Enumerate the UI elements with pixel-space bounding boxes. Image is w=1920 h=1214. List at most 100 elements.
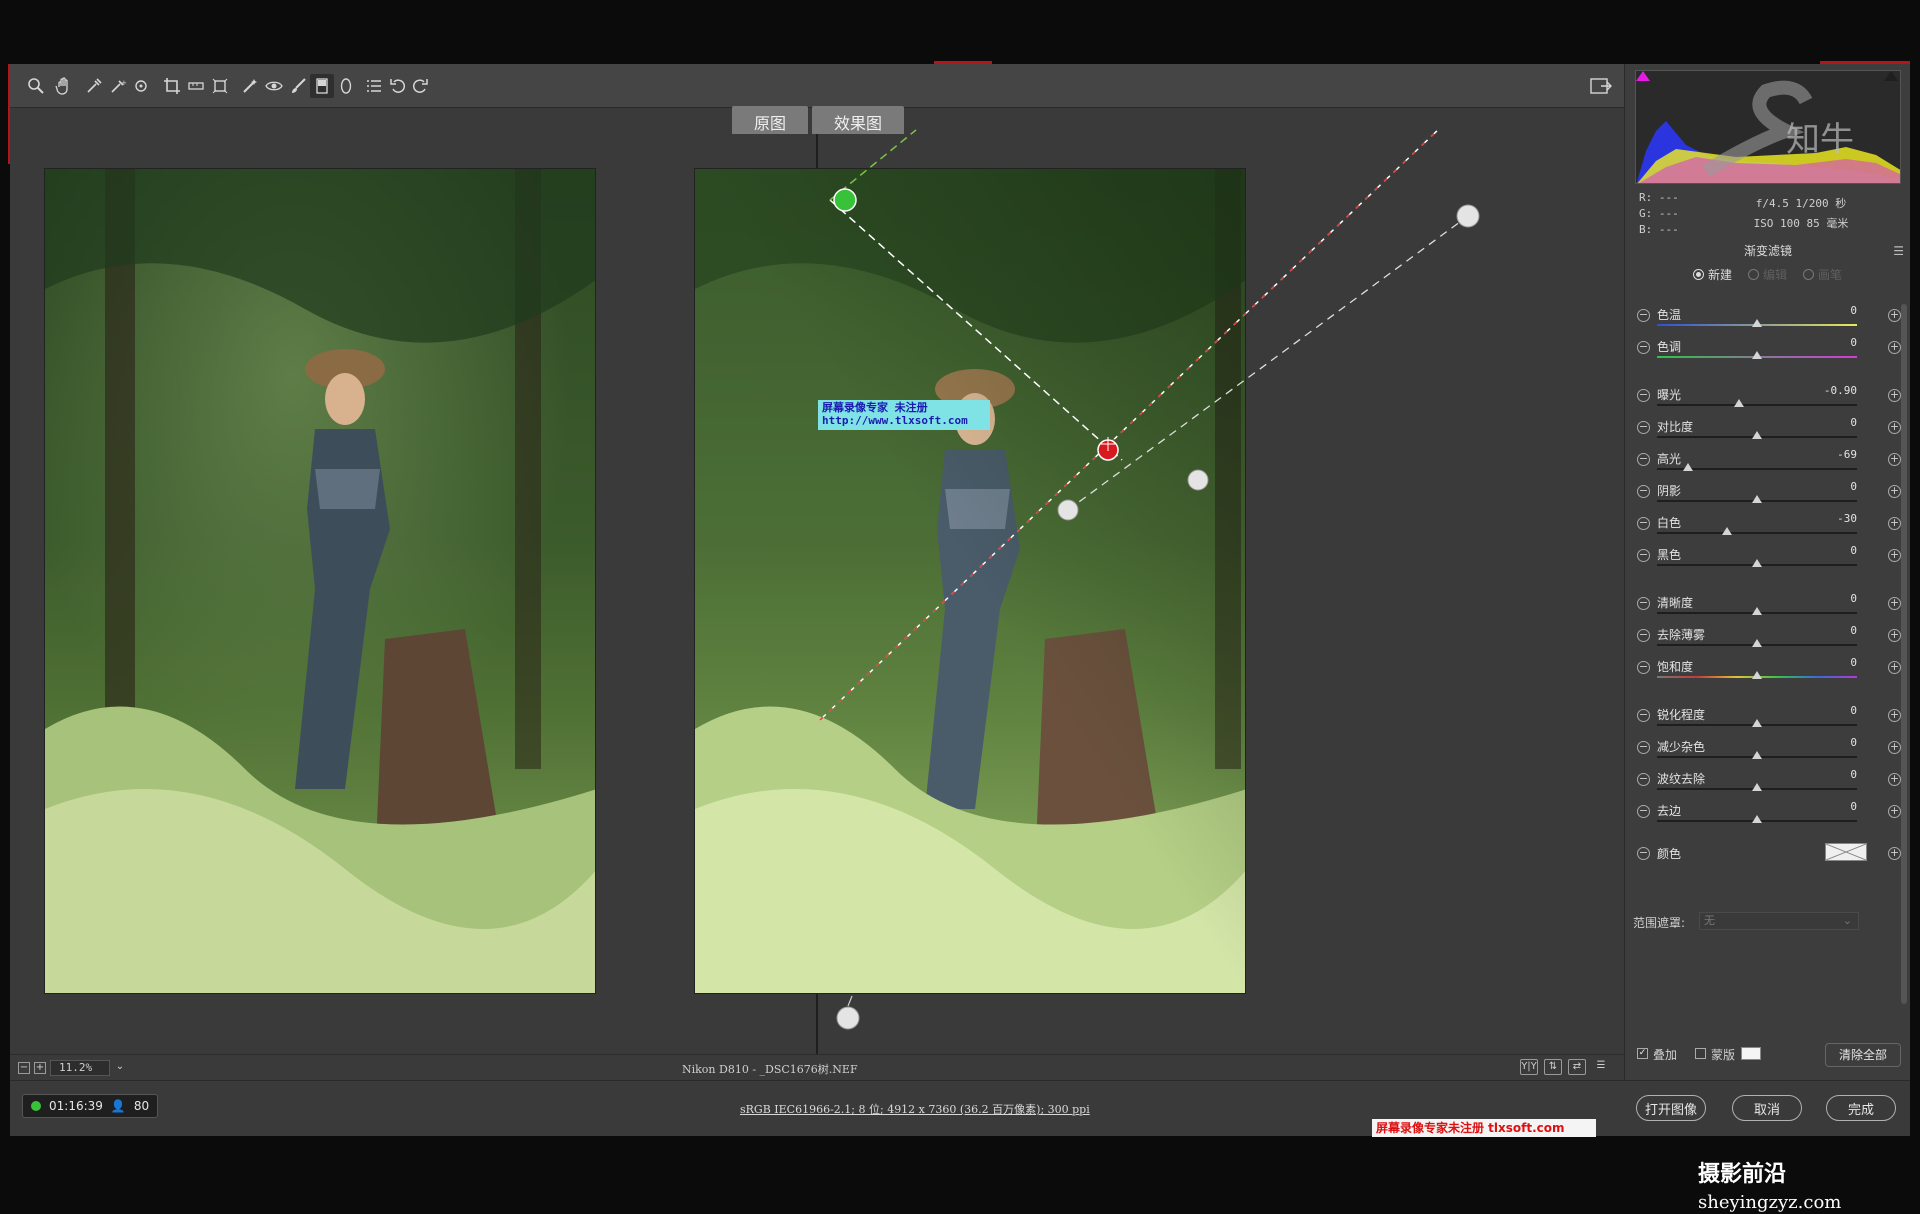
white-balance-tool-icon[interactable] — [82, 74, 106, 98]
slider-thumb[interactable] — [1683, 463, 1693, 471]
color-swatch[interactable] — [1825, 843, 1867, 861]
slider-value[interactable]: -69 — [1815, 448, 1857, 461]
filter-handle-top[interactable] — [1456, 204, 1480, 228]
workflow-options-link[interactable]: sRGB IEC61966-2.1; 8 位; 4912 x 7360 (36.… — [740, 1101, 1090, 1117]
rotate-right-icon[interactable] — [408, 74, 432, 98]
slider-value[interactable]: 0 — [1815, 480, 1857, 493]
minus-icon[interactable]: − — [1637, 629, 1650, 642]
crop-tool-icon[interactable] — [160, 74, 184, 98]
adjustment-brush-tool-icon[interactable] — [286, 74, 310, 98]
slider-thumb[interactable] — [1722, 527, 1732, 535]
slider-thumb[interactable] — [1752, 351, 1762, 359]
slider-value[interactable]: 0 — [1815, 416, 1857, 429]
mask-color-swatch[interactable] — [1741, 1047, 1761, 1060]
slider-thumb[interactable] — [1734, 399, 1744, 407]
slider-thumb[interactable] — [1752, 671, 1762, 679]
minus-icon[interactable]: − — [1637, 341, 1650, 354]
slider-value[interactable]: 0 — [1815, 656, 1857, 669]
done-button[interactable]: 完成 — [1826, 1095, 1896, 1121]
slider-thumb[interactable] — [1752, 607, 1762, 615]
slider-thumb[interactable] — [1752, 495, 1762, 503]
filter-handle-bottom[interactable] — [836, 1006, 860, 1030]
open-image-button[interactable]: 打开图像 — [1636, 1095, 1706, 1121]
scrollbar-thumb[interactable] — [1901, 304, 1907, 1004]
hand-tool-icon[interactable] — [52, 74, 76, 98]
graduated-filter-tool-icon[interactable] — [310, 74, 334, 98]
minus-icon[interactable]: − — [1637, 389, 1650, 402]
minus-icon[interactable]: − — [1637, 421, 1650, 434]
red-eye-tool-icon[interactable] — [262, 74, 286, 98]
panel-footer: ✓ 叠加 蒙版 清除全部 — [1625, 1036, 1911, 1080]
slider-value[interactable]: 0 — [1815, 336, 1857, 349]
slider-value[interactable]: 0 — [1815, 800, 1857, 813]
shadow-clipping-icon[interactable] — [1636, 71, 1650, 81]
zoom-out-icon[interactable]: − — [18, 1062, 30, 1074]
radial-filter-tool-icon[interactable] — [334, 74, 358, 98]
color-sampler-tool-icon[interactable]: + — [106, 74, 130, 98]
before-after-layout-icon[interactable]: Y|Y — [1520, 1059, 1538, 1075]
mask-checkbox[interactable] — [1695, 1048, 1706, 1059]
minus-icon[interactable]: − — [1637, 309, 1650, 322]
fullscreen-toggle-icon[interactable] — [1590, 76, 1612, 96]
slider-value[interactable]: 0 — [1815, 624, 1857, 637]
slider-value[interactable]: 0 — [1815, 544, 1857, 557]
mode-brush[interactable]: 画笔 — [1803, 266, 1842, 283]
panel-menu-icon[interactable]: ☰ — [1893, 244, 1904, 258]
slider-value[interactable]: -30 — [1815, 512, 1857, 525]
swap-before-after-icon[interactable]: ⇅ — [1544, 1059, 1562, 1075]
minus-icon[interactable]: − — [1637, 805, 1650, 818]
highlight-clipping-icon[interactable] — [1884, 71, 1898, 81]
preferences-list-icon[interactable] — [362, 74, 386, 98]
slider-thumb[interactable] — [1752, 751, 1762, 759]
slider-value[interactable]: 0 — [1815, 736, 1857, 749]
tab-after[interactable]: 效果图 — [812, 106, 905, 134]
minus-icon[interactable]: − — [1637, 597, 1650, 610]
slider-track[interactable] — [1657, 404, 1857, 406]
mode-edit[interactable]: 编辑 — [1748, 266, 1787, 283]
minus-icon[interactable]: − — [1637, 453, 1650, 466]
zoom-in-icon[interactable]: + — [34, 1062, 46, 1074]
slider-value[interactable]: 0 — [1815, 304, 1857, 317]
minus-icon[interactable]: − — [1637, 661, 1650, 674]
slider-value[interactable]: 0 — [1815, 704, 1857, 717]
minus-icon[interactable]: − — [1637, 549, 1650, 562]
minus-icon[interactable]: − — [1637, 741, 1650, 754]
copy-settings-icon[interactable]: ⇄ — [1568, 1059, 1586, 1075]
slider-label: 波纹去除 — [1657, 772, 1706, 786]
panel-scrollbar[interactable] — [1900, 294, 1908, 1054]
slider-thumb[interactable] — [1752, 559, 1762, 567]
cancel-button[interactable]: 取消 — [1732, 1095, 1802, 1121]
toggle-settings-icon[interactable]: ☰ — [1592, 1059, 1610, 1075]
minus-icon[interactable]: − — [1637, 517, 1650, 530]
overlay-checkbox[interactable]: ✓ — [1637, 1048, 1648, 1059]
spot-removal-tool-icon[interactable] — [238, 74, 262, 98]
slider-thumb[interactable] — [1752, 719, 1762, 727]
site-brand-watermark: 摄影前沿 sheyingzyz.com — [1698, 1156, 1920, 1214]
mode-new[interactable]: 新建 — [1693, 266, 1732, 283]
slider-thumb[interactable] — [1752, 815, 1762, 823]
minus-icon[interactable]: − — [1637, 485, 1650, 498]
slider-value[interactable]: 0 — [1815, 768, 1857, 781]
slider-thumb[interactable] — [1752, 639, 1762, 647]
tab-before[interactable]: 原图 — [732, 106, 809, 134]
slider-track[interactable] — [1657, 532, 1857, 534]
color-minus-icon[interactable]: − — [1637, 847, 1650, 860]
slider-thumb[interactable] — [1752, 431, 1762, 439]
straighten-tool-icon[interactable] — [184, 74, 208, 98]
preview-canvas[interactable]: 屏幕录像专家 未注册 http://www.tlxsoft.com — [10, 108, 1624, 1054]
slider-value[interactable]: -0.90 — [1815, 384, 1857, 397]
clear-all-button[interactable]: 清除全部 — [1825, 1043, 1901, 1067]
slider-thumb[interactable] — [1752, 319, 1762, 327]
targeted-adjustment-tool-icon[interactable] — [130, 74, 154, 98]
chevron-down-icon[interactable]: ⌄ — [114, 1062, 126, 1074]
minus-icon[interactable]: − — [1637, 709, 1650, 722]
zoom-level-select[interactable]: 11.2% — [50, 1060, 110, 1076]
range-mask-select[interactable]: 无 ⌄ — [1699, 912, 1859, 930]
slider-value[interactable]: 0 — [1815, 592, 1857, 605]
rotate-left-icon[interactable] — [386, 74, 410, 98]
slider-thumb[interactable] — [1752, 783, 1762, 791]
minus-icon[interactable]: − — [1637, 773, 1650, 786]
slider-row: − 去除薄雾 0 + — [1625, 622, 1911, 654]
transform-tool-icon[interactable] — [208, 74, 232, 98]
zoom-tool-icon[interactable] — [24, 74, 48, 98]
